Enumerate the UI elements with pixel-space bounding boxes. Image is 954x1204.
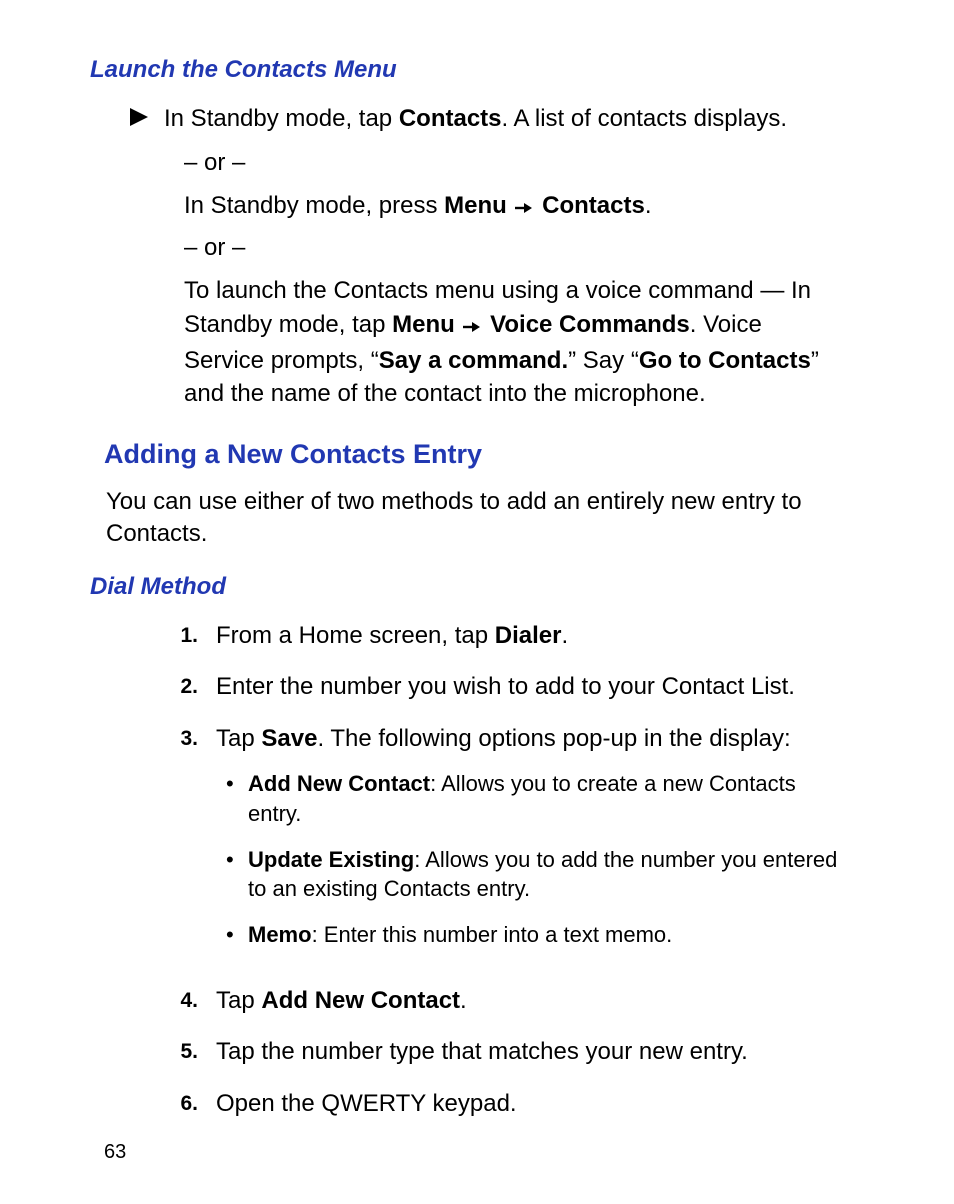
- bold-text: Say a command.: [379, 347, 568, 374]
- step-number: 3.: [150, 722, 216, 753]
- heading-launch-contacts: Launch the Contacts Menu: [90, 56, 884, 84]
- bold-text: Contacts: [399, 105, 502, 132]
- bold-text: Menu: [444, 192, 513, 219]
- step-number: 5.: [150, 1035, 216, 1066]
- bold-text: Go to Contacts: [639, 347, 811, 374]
- list-item: •Update Existing: Allows you to add the …: [226, 845, 844, 904]
- text: Open the QWERTY keypad.: [216, 1087, 844, 1121]
- alt-instruction-1: In Standby mode, press Menu Contacts.: [184, 189, 844, 225]
- list-item: 6. Open the QWERTY keypad.: [150, 1087, 844, 1121]
- primary-instruction: In Standby mode, tap Contacts. A list of…: [130, 102, 884, 136]
- text: ” Say “: [568, 347, 639, 374]
- list-item: 2. Enter the number you wish to add to y…: [150, 670, 844, 704]
- text: In Standby mode, tap: [164, 105, 399, 132]
- heading-dial-method: Dial Method: [90, 573, 884, 601]
- step-number: 2.: [150, 670, 216, 701]
- text: .: [645, 192, 652, 219]
- bold-text: Add New Contact: [261, 987, 460, 1014]
- triangle-bullet-icon: [130, 108, 164, 131]
- bold-text: Add New Contact: [248, 771, 430, 796]
- list-item: 1. From a Home screen, tap Dialer.: [150, 619, 844, 653]
- or-separator: – or –: [184, 146, 844, 180]
- steps-list: 1. From a Home screen, tap Dialer. 2. En…: [150, 619, 844, 1121]
- list-item: 4. Tap Add New Contact.: [150, 984, 844, 1018]
- sub-list: •Add New Contact: Allows you to create a…: [226, 769, 844, 949]
- bold-text: Contacts: [535, 192, 644, 219]
- page-number: 63: [104, 1141, 884, 1164]
- text: In Standby mode, press: [184, 192, 444, 219]
- bold-text: Memo: [248, 922, 312, 947]
- bold-text: Voice Commands: [483, 311, 689, 338]
- text: . A list of contacts displays.: [502, 105, 787, 132]
- alt-instruction-2: To launch the Contacts menu using a voic…: [184, 274, 844, 410]
- text: .: [460, 987, 467, 1014]
- list-item: •Memo: Enter this number into a text mem…: [226, 920, 844, 950]
- text: Tap: [216, 987, 261, 1014]
- bullet-icon: •: [226, 920, 248, 950]
- text: .: [561, 622, 568, 649]
- bullet-icon: •: [226, 769, 248, 799]
- text: Tap the number type that matches your ne…: [216, 1035, 844, 1069]
- step-number: 6.: [150, 1087, 216, 1118]
- text: . The following options pop-up in the di…: [317, 725, 790, 752]
- list-item: 3. Tap Save. The following options pop-u…: [150, 722, 844, 966]
- manual-page: Launch the Contacts Menu In Standby mode…: [0, 0, 954, 1204]
- text: From a Home screen, tap: [216, 622, 495, 649]
- heading-adding-entry: Adding a New Contacts Entry: [104, 439, 884, 470]
- bold-text: Save: [261, 725, 317, 752]
- arrow-right-icon: [462, 310, 480, 344]
- step-number: 4.: [150, 984, 216, 1015]
- list-item: •Add New Contact: Allows you to create a…: [226, 769, 844, 828]
- or-separator: – or –: [184, 231, 844, 265]
- adding-paragraph: You can use either of two methods to add…: [106, 486, 864, 551]
- bold-text: Dialer: [495, 622, 562, 649]
- arrow-right-icon: [514, 191, 532, 225]
- bold-text: Menu: [392, 311, 461, 338]
- text: : Enter this number into a text memo.: [312, 922, 673, 947]
- bullet-icon: •: [226, 845, 248, 875]
- text: Tap: [216, 725, 261, 752]
- text: Enter the number you wish to add to your…: [216, 670, 844, 704]
- list-item: 5. Tap the number type that matches your…: [150, 1035, 844, 1069]
- bold-text: Update Existing: [248, 847, 414, 872]
- step-number: 1.: [150, 619, 216, 650]
